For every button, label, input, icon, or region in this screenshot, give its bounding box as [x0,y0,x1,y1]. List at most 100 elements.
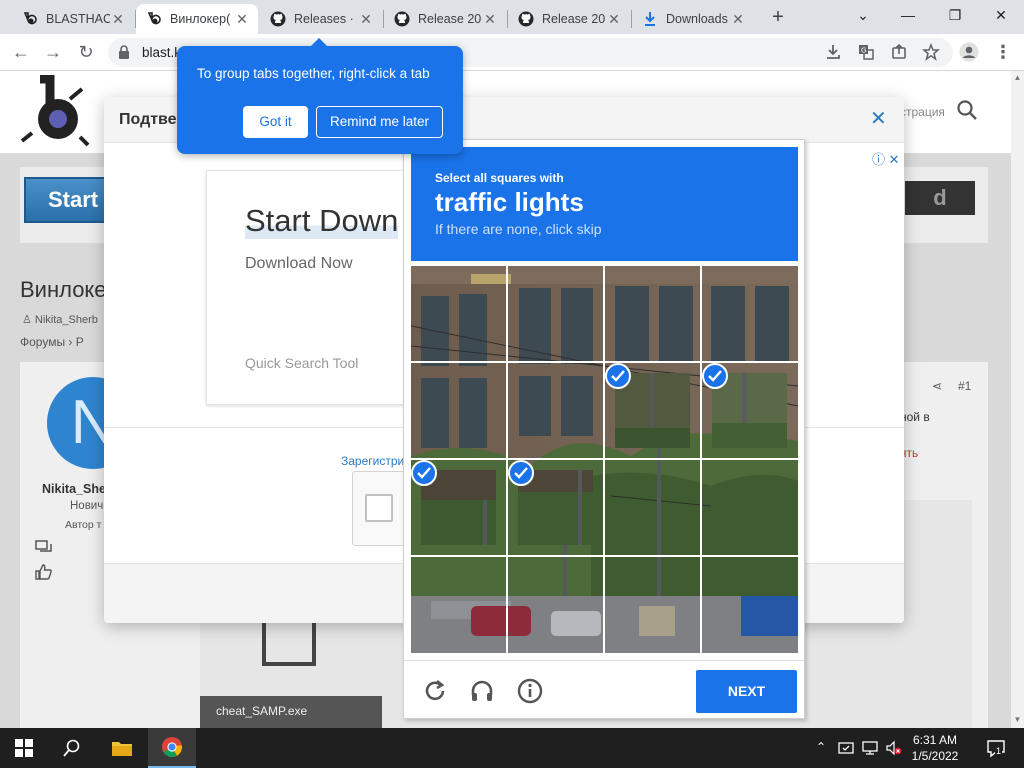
windows-icon [15,739,33,757]
register-link[interactable]: страция [900,105,945,119]
github-icon [518,11,534,27]
close-icon[interactable]: ✕ [234,11,250,27]
messages-icon [35,540,52,552]
tab-title: Винлокер( [170,12,231,26]
thread-author-name[interactable]: Nikita_Sherb [35,314,98,326]
network-icon[interactable] [862,740,878,756]
close-icon[interactable]: ✕ [482,11,498,27]
tip-text: To group tabs together, right-click a ta… [197,66,430,81]
notifications-button[interactable]: 1 [986,738,1006,758]
download-ad-button[interactable]: d [905,181,975,215]
chevron-up-icon[interactable]: ⌃ [816,740,832,756]
ad-info-icon[interactable]: ⓘ ✕ [872,149,900,168]
info-icon[interactable] [517,678,543,704]
blasthack-logo[interactable] [20,75,90,147]
remind-later-button[interactable]: Remind me later [316,106,443,138]
menu-icon[interactable]: ⋮ [992,41,1014,63]
back-icon[interactable]: ← [10,41,32,63]
captcha-tile-7[interactable] [702,363,797,458]
browser-toolbar: ← → ↻ blast.k G ⋮ [0,34,1024,71]
user-icon: ♙ [22,314,35,326]
thread-title: Винлоке [20,277,107,302]
forward-icon[interactable]: → [42,41,64,63]
clock-date: 1/5/2022 [911,749,959,763]
breadcrumb[interactable]: Форумы › Р [20,335,84,349]
captcha-tile-8[interactable] [411,460,506,555]
check-icon [411,460,437,486]
post-username[interactable]: Nikita_She [42,482,106,496]
profile-icon[interactable] [959,42,979,62]
github-icon [270,11,286,27]
tab-search-icon[interactable]: ⌄ [850,4,876,26]
clock-time: 6:31 AM [912,733,958,747]
tab-title: Downloads [666,12,728,26]
ad-subtitle[interactable]: Download Now [245,255,353,273]
tab-release-1[interactable]: Release 20 ✕ [384,4,506,34]
next-button[interactable]: NEXT [696,670,797,713]
tab-groups-tip: To group tabs together, right-click a ta… [177,38,463,154]
tab-blasthack[interactable]: BLASTHACK ✕ [12,4,134,34]
register-link[interactable]: Зарегистри [341,454,404,468]
notification-count: 1 [995,746,1003,756]
ad-title[interactable]: Start Down [245,203,399,239]
security-icon[interactable] [838,740,854,756]
captcha-checkbox[interactable] [365,494,393,522]
chrome-taskbar-button[interactable] [148,728,196,768]
url-text[interactable]: blast.k [142,45,181,60]
recaptcha-challenge: Select all squares with traffic lights I… [403,139,805,719]
github-icon [394,11,410,27]
close-icon[interactable]: ✕ [358,11,374,27]
system-clock[interactable]: 6:31 AM 1/5/2022 [905,732,965,764]
modal-title: Подтве [119,111,177,128]
grid-line [411,361,798,363]
tab-downloads[interactable]: Downloads ✕ [632,4,754,34]
search-icon[interactable] [956,99,978,121]
star-icon[interactable] [922,43,940,61]
thread-author: ♙ Nikita_Sherb [22,313,98,326]
captcha-tile-6[interactable] [605,363,700,458]
close-window-button[interactable]: ✕ [988,4,1014,26]
start-button[interactable] [0,728,48,768]
tip-arrow [311,38,327,46]
tab-title: Release 20 [418,12,482,26]
search-button[interactable] [48,728,96,768]
thumbs-up-icon [35,564,52,580]
minimize-button[interactable]: — [895,4,921,26]
tab-title: BLASTHACK [46,12,110,26]
tab-releases[interactable]: Releases · ✕ [260,4,382,34]
close-icon[interactable]: ✕ [110,11,126,27]
reload-icon[interactable]: ↻ [75,41,97,63]
post-user-role: Нович [70,500,104,512]
lock-icon [119,45,129,59]
maximize-button[interactable]: ❐ [942,4,968,26]
file-explorer-button[interactable] [98,728,146,768]
post-text: ной в [900,410,930,424]
download-icon [642,11,658,27]
captcha-tile-9[interactable] [508,460,603,555]
tab-vinloker[interactable]: Винлокер( ✕ [136,4,258,34]
blasthack-icon [22,11,38,27]
check-icon [605,363,631,389]
reload-icon[interactable] [422,678,448,704]
scroll-down-icon[interactable]: ▼ [1013,715,1022,724]
download-icon[interactable] [824,43,842,61]
volume-muted-icon[interactable] [886,740,902,756]
page-scrollbar[interactable]: ▲ ▼ [1011,71,1024,728]
close-icon[interactable]: ✕ [870,109,887,129]
svg-text:G: G [861,47,866,55]
post-number[interactable]: #1 [958,379,971,393]
close-icon[interactable]: ✕ [606,11,622,27]
got-it-button[interactable]: Got it [243,106,308,138]
headphones-icon[interactable] [469,678,495,704]
translate-icon[interactable]: G [857,43,875,61]
share-icon[interactable]: ⋖ [932,379,942,393]
share-icon[interactable] [890,43,908,61]
ad-tool-name: Quick Search Tool [245,355,359,371]
challenge-instruction: Select all squares with [435,171,564,185]
attachment-filename[interactable]: cheat_SAMP.exe [200,696,382,728]
scroll-up-icon[interactable]: ▲ [1013,73,1022,82]
blasthack-icon [146,11,162,27]
close-icon[interactable]: ✕ [730,11,746,27]
new-tab-button[interactable]: + [767,6,789,28]
tab-release-2[interactable]: Release 20 ✕ [508,4,630,34]
